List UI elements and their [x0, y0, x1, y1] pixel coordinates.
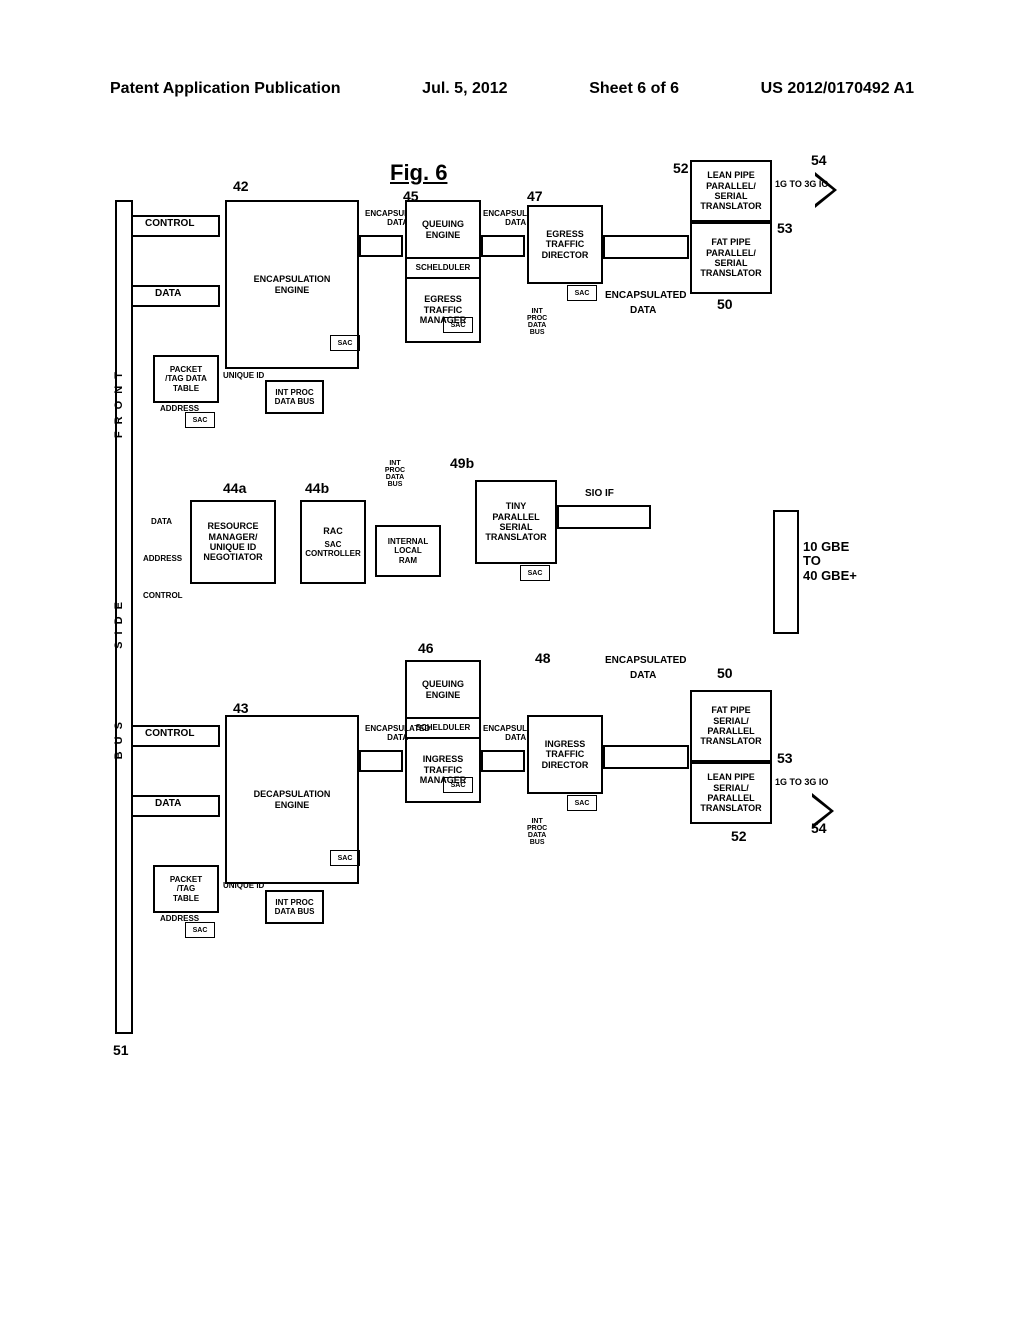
arrow-encap-43	[359, 750, 403, 772]
sac-port-decap: SAC	[330, 850, 360, 866]
busport-etd: INT PROC DATA BUS	[527, 308, 547, 336]
label-data-top: DATA	[155, 288, 181, 299]
egress-traffic-director: EGRESS TRAFFIC DIRECTOR	[527, 205, 603, 284]
ref-54t: 54	[811, 152, 827, 168]
ref-53b: 53	[777, 750, 793, 766]
ref-48: 48	[535, 650, 551, 666]
fat-pipe-sp: FAT PIPE SERIAL/ PARALLEL TRANSLATOR	[690, 690, 772, 762]
ref-51: 51	[113, 1042, 129, 1058]
label-encapsulated-bot-data: DATA	[630, 670, 656, 681]
fat-pipe-ps: FAT PIPE PARALLEL/ SERIAL TRANSLATOR	[690, 222, 772, 294]
label-data-bot: DATA	[155, 798, 181, 809]
label-encapsulated-top: ENCAPSULATED	[605, 290, 686, 301]
label-uniqueid-bot: UNIQUE ID	[223, 882, 264, 891]
queuing-engine-top: QUEUING ENGINE	[405, 200, 481, 259]
egress-traffic-manager: EGRESS TRAFFIC MANAGER	[405, 277, 481, 343]
packet-tag-data-table-top: PACKET /TAG DATA TABLE	[153, 355, 219, 403]
arrow-gbe	[773, 510, 799, 634]
arrow-encap-in-bot	[603, 745, 689, 769]
sac-port-tiny: SAC	[520, 565, 550, 581]
ref-49b: 49b	[450, 455, 474, 471]
arrow-encap-out-top	[603, 235, 689, 259]
ingress-traffic-director: INGRESS TRAFFIC DIRECTOR	[527, 715, 603, 794]
arrow-encap-top	[359, 235, 403, 257]
ref-52t: 52	[673, 160, 689, 176]
ref-46: 46	[418, 640, 434, 656]
diagram: Fig. 6 F R O N T S I D E B U S 51 CONTRO…	[115, 160, 895, 1080]
sac-port-itd: SAC	[567, 795, 597, 811]
sac-port-itm: SAC	[443, 777, 473, 793]
label-control-top: CONTROL	[145, 218, 194, 229]
label-encapsulated-bot: ENCAPSULATED	[605, 655, 686, 666]
label-addr-rm: ADDRESS	[143, 555, 182, 564]
sac-port-pkt-bot: SAC	[185, 922, 215, 938]
tiny-translator: TINY PARALLEL SERIAL TRANSLATOR	[475, 480, 557, 564]
label-data-rm: DATA	[151, 518, 172, 527]
label-gbe: 10 GBE TO 40 GBE+	[803, 540, 857, 583]
arrow-gio-top	[815, 172, 837, 208]
label-encapsulated-top-data: DATA	[630, 305, 656, 316]
ref-42: 42	[233, 178, 249, 194]
packet-tag-table-bot: PACKET /TAG TABLE	[153, 865, 219, 913]
figure-label: Fig. 6	[390, 160, 447, 186]
bus-label-bus: B U S	[113, 720, 125, 759]
label-ctrl-rm: CONTROL	[143, 592, 183, 601]
lean-pipe-sp: LEAN PIPE SERIAL/ PARALLEL TRANSLATOR	[690, 762, 772, 824]
sac-port-encap: SAC	[330, 335, 360, 351]
sac-port-pkt-top: SAC	[185, 412, 215, 428]
rac-box: RAC SAC CONTROLLER	[300, 500, 366, 584]
ref-44a: 44a	[223, 480, 246, 496]
header-sheet: Sheet 6 of 6	[589, 80, 679, 98]
bus-label-side: S I D E	[113, 600, 125, 649]
label-gio-bot: 1G TO 3G IO	[775, 778, 828, 788]
busport-mid: INT PROC DATA BUS	[375, 460, 415, 488]
scheduler-top: SCHELDULER	[405, 257, 481, 279]
sac-port-etm: SAC	[443, 317, 473, 333]
label-uniqueid-top: UNIQUE ID	[223, 372, 264, 381]
ref-43: 43	[233, 700, 249, 716]
ref-47: 47	[527, 188, 543, 204]
label-gio-top: 1G TO 3G IO	[775, 180, 828, 190]
header-right: US 2012/0170492 A1	[761, 80, 914, 98]
busport-itd: INT PROC DATA BUS	[527, 818, 547, 846]
bus-label-front: F R O N T	[113, 370, 125, 438]
header-left: Patent Application Publication	[110, 80, 341, 98]
label-sioif: SIO IF	[585, 488, 614, 499]
page-header: Patent Application Publication Jul. 5, 2…	[0, 80, 1024, 98]
ref-53t: 53	[777, 220, 793, 236]
patent-page: Patent Application Publication Jul. 5, 2…	[0, 0, 1024, 1320]
label-control-bot: CONTROL	[145, 728, 194, 739]
label-encap-data-43: ENCAPSULATED DATA	[365, 725, 430, 743]
resource-manager: RESOURCE MANAGER/ UNIQUE ID NEGOTIATOR	[190, 500, 276, 584]
arrow-encap-46-48	[481, 750, 525, 772]
intproc-databus-top: INT PROC DATA BUS	[265, 380, 324, 414]
ref-44b: 44b	[305, 480, 329, 496]
sac-port-etd: SAC	[567, 285, 597, 301]
arrow-sioif	[557, 505, 651, 529]
arrow-encap-45-47	[481, 235, 525, 257]
internal-local-ram: INTERNAL LOCAL RAM	[375, 525, 441, 577]
ref-52b: 52	[731, 828, 747, 844]
lean-pipe-ps: LEAN PIPE PARALLEL/ SERIAL TRANSLATOR	[690, 160, 772, 222]
ref-54b: 54	[811, 820, 827, 836]
ref-50t: 50	[717, 296, 733, 312]
header-center: Jul. 5, 2012	[422, 80, 507, 98]
ref-50b: 50	[717, 665, 733, 681]
intproc-databus-bot: INT PROC DATA BUS	[265, 890, 324, 924]
ingress-traffic-manager: INGRESS TRAFFIC MANAGER	[405, 737, 481, 803]
queuing-engine-bot: QUEUING ENGINE	[405, 660, 481, 719]
